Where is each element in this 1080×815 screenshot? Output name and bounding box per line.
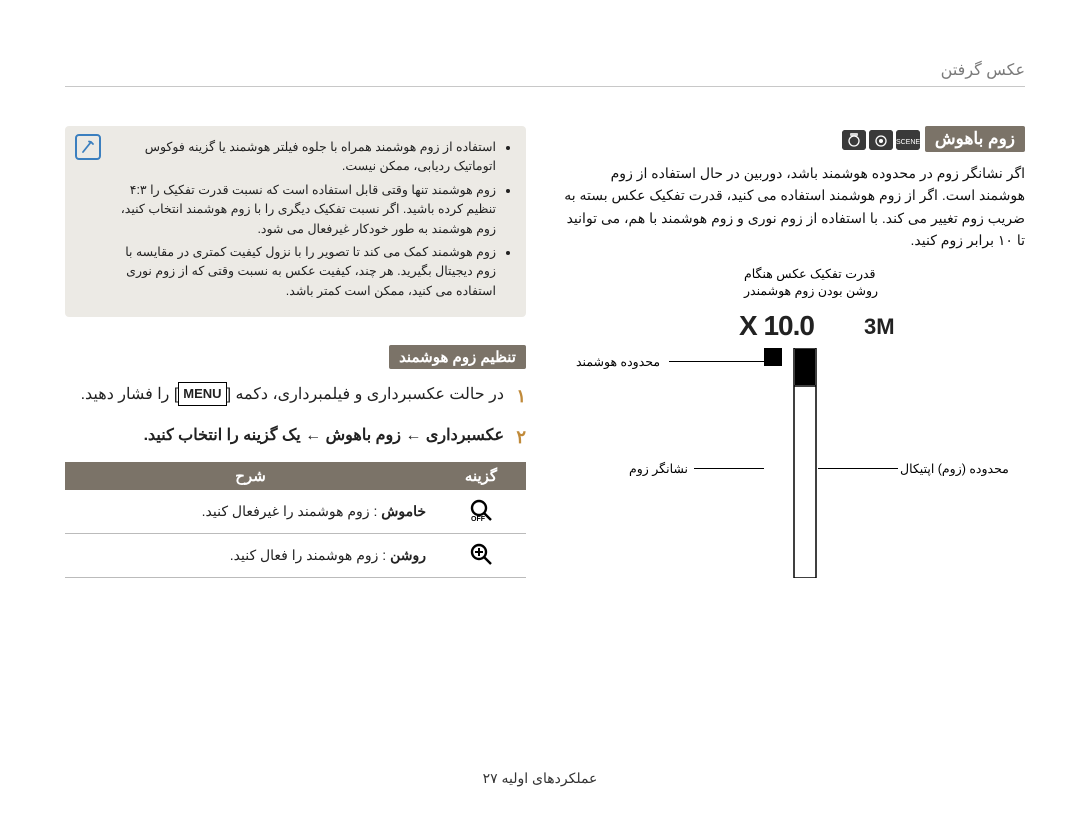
zoom-bar [764,348,818,578]
footer-text: عملکردهای اولیه ۲۷ [483,770,598,786]
note-item: زوم هوشمند تنها وقتی قابل استفاده است که… [109,181,496,239]
table-row: OFF خاموش : زوم هوشمند را غیرفعال کنید. [65,490,526,534]
col-header-option: گزینه [436,462,526,490]
column-left: استفاده از زوم هوشمند همراه با جلوه فیلت… [65,126,526,598]
leader-optical-range [818,468,898,469]
page: عکس گرفتن زوم باهوش SCENE اگر [0,0,1080,815]
svg-text:OFF: OFF [471,516,486,522]
steps-list: ۱ در حالت عکسبرداری و فیلمبرداری، دکمه [… [65,381,526,452]
col-header-description: شرح [65,462,436,490]
note-list: استفاده از زوم هوشمند همراه با جلوه فیلت… [109,138,510,301]
zoom-diagram: X 10.0 3M محدوده هوش [564,308,1025,598]
label-smartzoom-on: روشن بودن زوم هوشمندر [744,283,1025,298]
option-icon-cell: OFF [436,490,526,534]
option-description: خاموش : زوم هوشمند را غیرفعال کنید. [65,490,436,534]
leader-smart-range [669,361,764,362]
mode-icon-program [869,130,893,150]
section-header-row: زوم باهوش SCENE [564,126,1025,152]
section-paragraph: اگر نشانگر زوم در محدوده هوشمند باشد، دو… [564,162,1025,252]
note-icon [75,134,101,160]
subsection-title: تنظیم زوم هوشمند [389,345,526,369]
table-row: روشن : زوم هوشمند را فعال کنید. [65,534,526,578]
note-item: استفاده از زوم هوشمند همراه با جلوه فیلت… [109,138,496,177]
step-text: عکسبرداری ← زوم باهوش ← یک گزینه را انتخ… [144,422,504,449]
note-box: استفاده از زوم هوشمند همراه با جلوه فیلت… [65,126,526,317]
step-1: ۱ در حالت عکسبرداری و فیلمبرداری، دکمه [… [65,381,526,412]
label-smart-range: محدوده هوشمند [576,354,660,369]
zoom-factor-text: X 10.0 [739,310,814,342]
step-text: در حالت عکسبرداری و فیلمبرداری، دکمه [ME… [81,381,504,408]
magnifier-on-icon [469,542,493,566]
label-zoom-indicator: نشانگر زوم [629,461,688,476]
svg-text:SCENE: SCENE [896,139,920,146]
mode-icon-camera [842,130,866,150]
options-table: گزینه شرح OFF خاموش : زوم هوشمند را غیرف… [65,462,526,578]
page-footer: عملکردهای اولیه ۲۷ [0,770,1080,787]
two-column-layout: زوم باهوش SCENE اگر نشانگر زوم در محدوده… [65,126,1025,598]
magnifier-off-icon: OFF [469,498,493,522]
note-item: زوم هوشمند کمک می کند تا تصویر را با نزو… [109,243,496,301]
label-optical-range: محدوده (زوم) اپتیکال [900,461,1009,476]
running-head: عکس گرفتن [65,60,1025,87]
step-number: ۱ [504,381,526,412]
menu-button: MENU [178,382,226,406]
mode-icons: SCENE [839,130,920,150]
mode-icon-scene: SCENE [896,130,920,150]
step-number: ۲ [504,422,526,453]
option-icon-cell [436,534,526,578]
column-right: زوم باهوش SCENE اگر نشانگر زوم در محدوده… [564,126,1025,598]
label-resolution: قدرت تفکیک عکس هنگام [744,266,1025,281]
resolution-size-text: 3M [864,314,895,340]
running-head-text: عکس گرفتن [941,62,1025,79]
leader-zoom-indicator [694,468,764,469]
step-2: ۲ عکسبرداری ← زوم باهوش ← یک گزینه را ان… [65,422,526,453]
option-description: روشن : زوم هوشمند را فعال کنید. [65,534,436,578]
label-stack: قدرت تفکیک عکس هنگام روشن بودن زوم هوشمن… [564,266,1025,298]
section-title: زوم باهوش [925,126,1025,152]
